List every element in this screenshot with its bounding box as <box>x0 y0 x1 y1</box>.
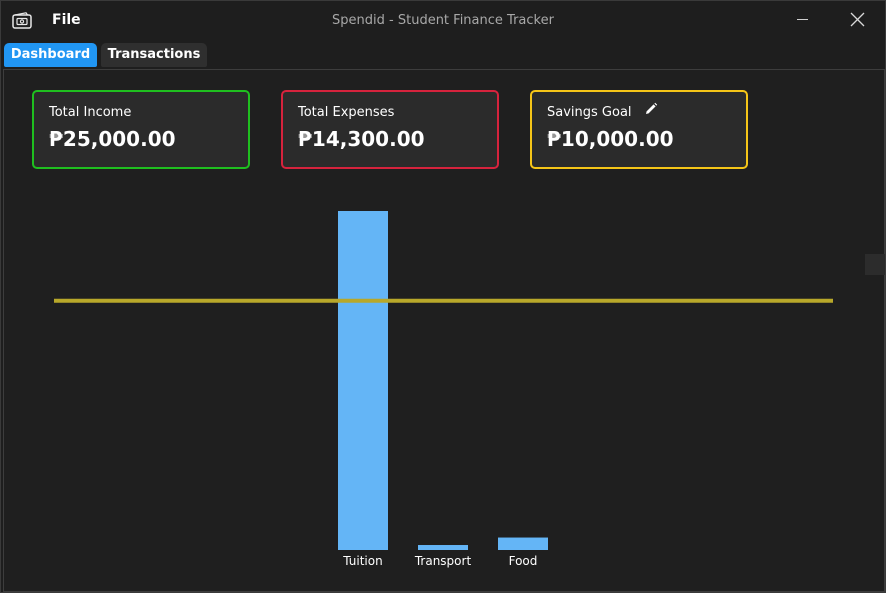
bar-transport <box>418 545 468 550</box>
expense-bar-chart: Tuition Transport Food <box>54 211 833 568</box>
tab-dashboard[interactable]: Dashboard <box>4 43 97 67</box>
x-tick-label-tuition: Tuition <box>342 554 382 568</box>
app-window: File Spendid - Student Finance Tracker D… <box>0 0 886 593</box>
bar-food <box>498 537 548 550</box>
x-tick-label-transport: Transport <box>414 554 472 568</box>
x-tick-label-food: Food <box>509 554 538 568</box>
side-scroll-handle[interactable] <box>865 254 885 275</box>
minimize-icon[interactable] <box>795 11 811 29</box>
title-bar: File Spendid - Student Finance Tracker <box>1 1 885 39</box>
dashboard-panel: Total Income ₱25,000.00 Total Expenses ₱… <box>3 69 885 592</box>
close-icon[interactable] <box>849 11 866 28</box>
bar-tuition <box>338 211 388 550</box>
tab-transactions[interactable]: Transactions <box>101 43 207 67</box>
window-title: Spendid - Student Finance Tracker <box>332 13 554 28</box>
